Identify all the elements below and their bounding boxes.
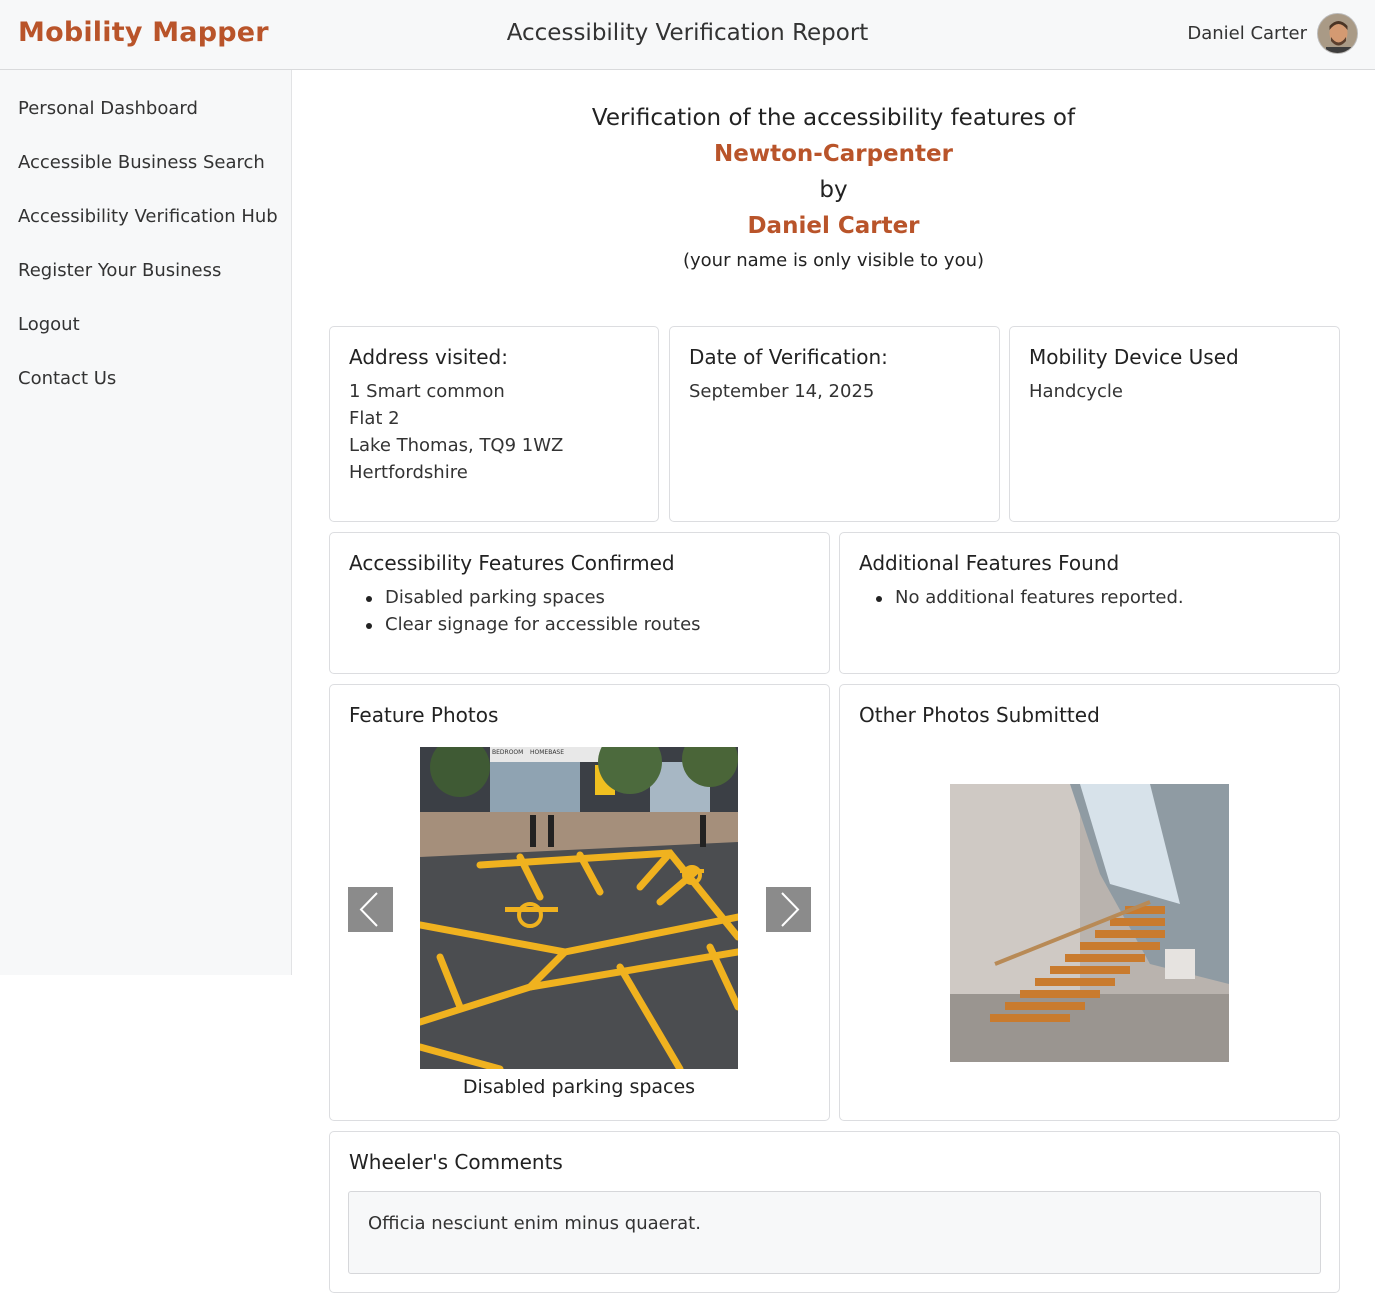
features-confirmed-list: Disabled parking spaces Clear signage fo… (349, 584, 810, 638)
additional-features-card: Additional Features Found No additional … (839, 532, 1340, 674)
top-bar: Mobility Mapper Accessibility Verificati… (0, 0, 1375, 70)
verifier-name: Daniel Carter (747, 213, 920, 239)
additional-features-title: Additional Features Found (859, 551, 1120, 575)
other-photo[interactable] (950, 784, 1229, 1062)
privacy-note: (your name is only visible to you) (682, 250, 985, 271)
date-card: Date of Verification: September 14, 2025 (669, 326, 1000, 522)
features-confirmed-title: Accessibility Features Confirmed (349, 551, 675, 575)
feature-photo[interactable]: BEDROOM HOMEBASE (420, 747, 738, 1069)
comment-text: Officia nesciunt enim minus quaerat. (348, 1191, 1321, 1274)
address-card: Address visited: 1 Smart common Flat 2 L… (329, 326, 659, 522)
sidebar-item-accessible-business-search[interactable]: Accessible Business Search (18, 152, 265, 173)
page-title: Accessibility Verification Report (506, 20, 869, 46)
user-menu[interactable]: Daniel Carter (1187, 13, 1358, 54)
hero-by: by (819, 177, 848, 203)
comments-title: Wheeler's Comments (349, 1150, 563, 1174)
avatar[interactable] (1317, 13, 1358, 54)
feature-photos-title: Feature Photos (349, 703, 499, 727)
list-item: No additional features reported. (876, 584, 1320, 611)
sidebar-item-accessibility-verification-hub[interactable]: Accessibility Verification Hub (18, 206, 278, 227)
features-confirmed-card: Accessibility Features Confirmed Disable… (329, 532, 830, 674)
shop-sign-text: HOMEBASE (530, 749, 564, 756)
hero-intro: Verification of the accessibility featur… (591, 105, 1076, 131)
address-title: Address visited: (349, 345, 508, 369)
device-title: Mobility Device Used (1029, 345, 1239, 369)
address-line: 1 Smart common (349, 381, 505, 402)
address-line: Hertfordshire (349, 462, 468, 483)
address-line: Lake Thomas, TQ9 1WZ (349, 435, 564, 456)
user-name[interactable]: Daniel Carter (1187, 23, 1307, 44)
avatar-image (1318, 14, 1357, 53)
list-item: Disabled parking spaces (366, 584, 810, 611)
date-title: Date of Verification: (689, 345, 888, 369)
chevron-left-icon (359, 892, 378, 927)
mobility-device: Handcycle (1029, 381, 1123, 402)
sidebar: Personal Dashboard Accessible Business S… (0, 70, 292, 975)
carousel-prev-button[interactable] (348, 887, 393, 932)
sidebar-item-contact-us[interactable]: Contact Us (18, 368, 116, 389)
carousel-next-button[interactable] (766, 887, 811, 932)
address-line: Flat 2 (349, 408, 400, 429)
business-name[interactable]: Newton-Carpenter (292, 141, 1375, 167)
list-item: Clear signage for accessible routes (366, 611, 810, 638)
other-photos-title: Other Photos Submitted (859, 703, 1100, 727)
chevron-right-icon (781, 892, 800, 927)
additional-features-list: No additional features reported. (859, 584, 1320, 611)
sidebar-item-logout[interactable]: Logout (18, 314, 80, 335)
photo-caption: Disabled parking spaces (462, 1076, 696, 1098)
device-card: Mobility Device Used Handcycle (1009, 326, 1340, 522)
sidebar-item-personal-dashboard[interactable]: Personal Dashboard (18, 98, 198, 119)
sidebar-item-register-your-business[interactable]: Register Your Business (18, 260, 221, 281)
verification-date: September 14, 2025 (689, 381, 875, 402)
shop-sign-text: BEDROOM (492, 749, 523, 756)
